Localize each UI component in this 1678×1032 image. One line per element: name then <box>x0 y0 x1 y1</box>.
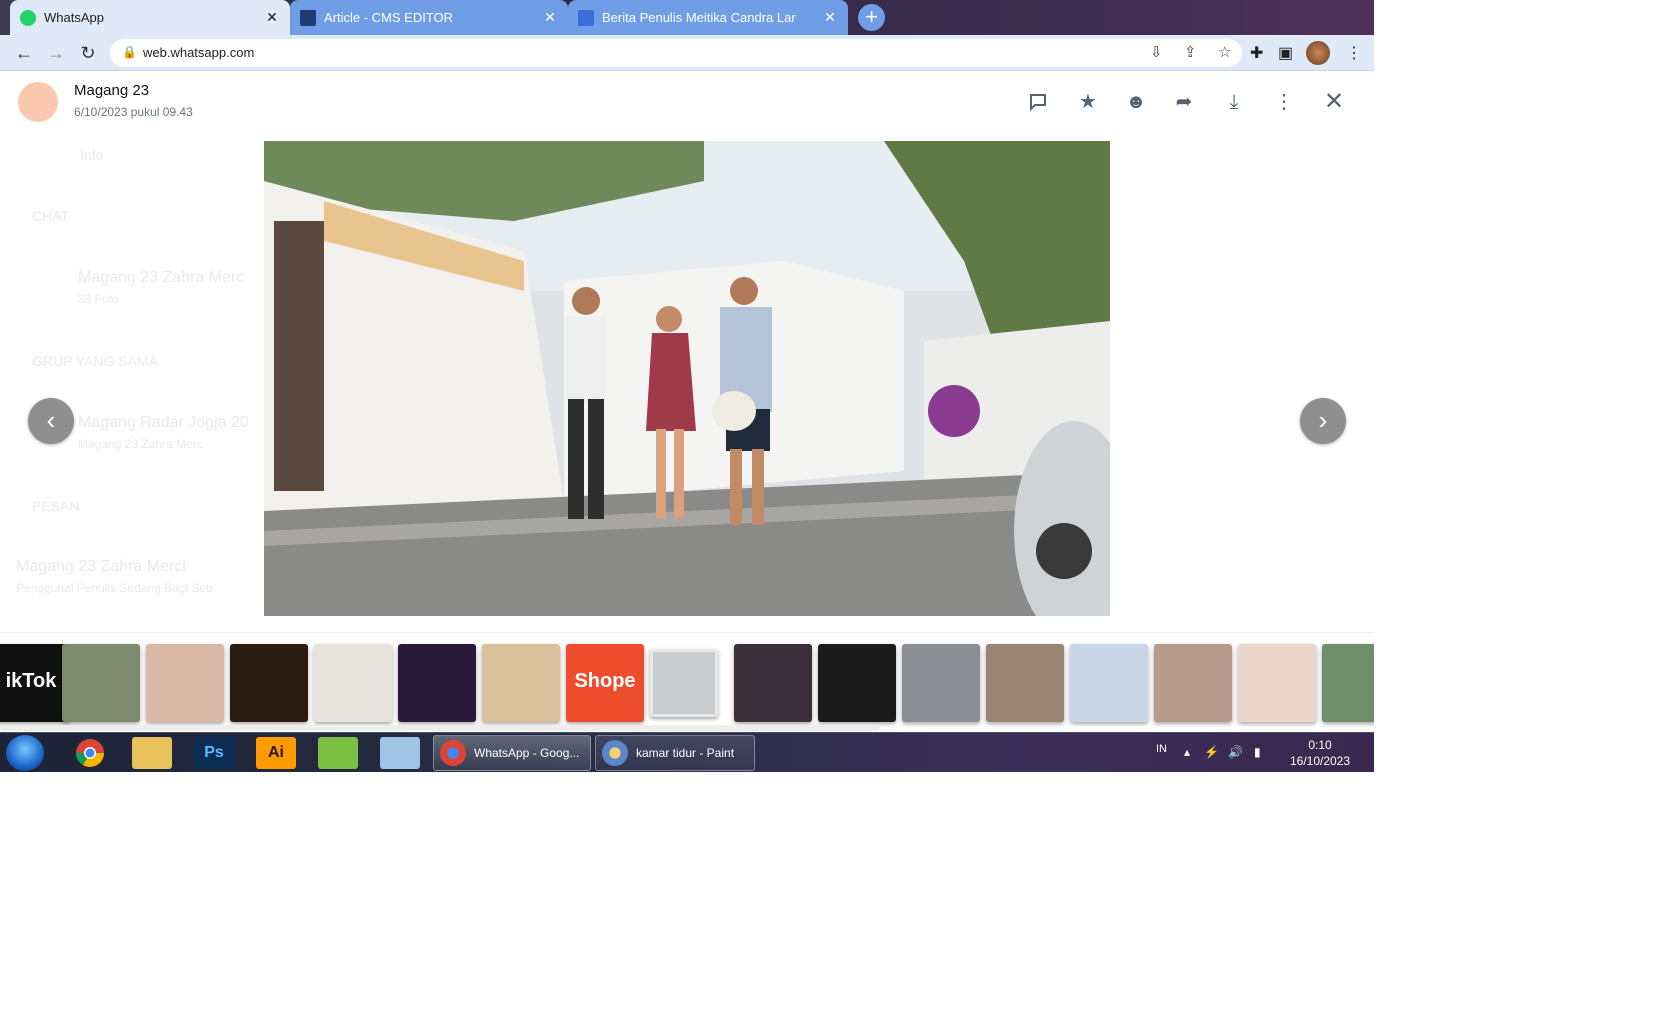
volume-icon[interactable]: 🔊 <box>1228 745 1243 759</box>
media-thumbnail[interactable]: ikTok <box>0 644 70 722</box>
notes-app-icon[interactable] <box>380 737 420 769</box>
forward-icon[interactable]: ➦ <box>1170 88 1198 116</box>
clock-time[interactable]: 0:10 <box>1300 738 1340 752</box>
media-thumbnail[interactable] <box>146 644 224 722</box>
media-thumbnail[interactable] <box>62 644 140 722</box>
ghost-text: Info <box>80 147 104 163</box>
whatsapp-favicon-icon <box>20 9 36 26</box>
media-thumbnail[interactable] <box>1238 644 1316 722</box>
menu-icon[interactable]: ⋮ <box>1270 88 1298 116</box>
ghost-text: PESAN <box>32 498 80 514</box>
sender-avatar[interactable] <box>18 82 58 122</box>
star-icon[interactable]: ★ <box>1074 88 1102 116</box>
back-icon[interactable]: ← <box>12 41 36 65</box>
media-thumbnail-strip: ikTok Shope <box>0 632 1374 732</box>
ghost-text: GRUP YANG SAMA <box>32 353 159 369</box>
ghost-text: Magang 23 Zahra Merci <box>16 558 186 575</box>
paint-icon <box>602 740 628 766</box>
task-paint[interactable]: kamar tidur - Paint <box>595 735 755 771</box>
browser-toolbar: ← → ↻ 🔒 web.whatsapp.com ⇩ ⇪ ☆ ✚ ▣ ⋮ <box>0 35 1374 71</box>
chrome-menu-icon[interactable]: ⋮ <box>1346 43 1362 63</box>
forward-icon[interactable]: → <box>44 41 68 65</box>
media-thumbnail[interactable] <box>482 644 560 722</box>
sender-name: Magang 23 <box>74 82 150 99</box>
share-icon[interactable]: ⇪ <box>1184 43 1197 61</box>
url-text: web.whatsapp.com <box>143 45 255 60</box>
media-thumbnail[interactable] <box>902 644 980 722</box>
media-thumbnail[interactable] <box>1154 644 1232 722</box>
media-thumbnail[interactable] <box>230 644 308 722</box>
clock-date[interactable]: 16/10/2023 <box>1284 754 1356 768</box>
chrome-icon[interactable] <box>70 737 110 769</box>
install-app-icon[interactable]: ⇩ <box>1150 43 1163 61</box>
lock-icon: 🔒 <box>122 45 137 59</box>
main-photo <box>264 141 1110 616</box>
network-icon[interactable]: ▮ <box>1254 745 1261 759</box>
media-thumbnail[interactable] <box>650 649 718 717</box>
tab-label: WhatsApp <box>44 10 104 25</box>
close-tab-icon[interactable]: ✕ <box>542 9 558 26</box>
media-thumbnail[interactable] <box>398 644 476 722</box>
download-icon[interactable]: ⤓ <box>1220 88 1248 116</box>
cms-favicon-icon <box>300 9 316 26</box>
media-thumbnail[interactable]: Shope <box>566 644 644 722</box>
tab-cms-editor[interactable]: Article - CMS EDITOR ✕ <box>290 0 568 35</box>
emoji-icon[interactable]: ☻ <box>1122 88 1150 116</box>
close-tab-icon[interactable]: ✕ <box>264 9 280 26</box>
ghost-text: CHAT <box>32 208 70 224</box>
media-thumbnail[interactable] <box>734 644 812 722</box>
close-icon[interactable]: ✕ <box>1320 88 1348 116</box>
news-favicon-icon <box>578 9 594 26</box>
tab-berita[interactable]: Berita Penulis Meitika Candra Lar ✕ <box>568 0 848 35</box>
thumbnail-label: ikTok <box>5 670 57 692</box>
explorer-icon[interactable] <box>132 737 172 769</box>
media-thumbnail[interactable] <box>314 644 392 722</box>
media-thumbnail[interactable] <box>1322 644 1374 722</box>
next-media-button[interactable]: › <box>1300 398 1346 444</box>
desktop-screen: WhatsApp ✕ Article - CMS EDITOR ✕ Berita… <box>0 0 1374 772</box>
bookmark-star-icon[interactable]: ☆ <box>1218 43 1231 61</box>
profile-avatar[interactable] <box>1306 41 1330 65</box>
street-photo-illustration <box>264 141 1110 616</box>
thumbnail-scrollbar[interactable] <box>0 725 880 731</box>
browser-tab-strip: WhatsApp ✕ Article - CMS EDITOR ✕ Berita… <box>0 0 1374 35</box>
windows-taskbar: Ps Ai WhatsApp - Goog... kamar tidur - P… <box>0 732 1374 772</box>
media-thumbnail[interactable] <box>1070 644 1148 722</box>
tab-whatsapp[interactable]: WhatsApp ✕ <box>10 0 290 35</box>
ghost-text: Magang 23 Zahra Merc <box>78 437 203 451</box>
extensions-icon[interactable]: ✚ <box>1250 43 1263 63</box>
illustrator-icon[interactable]: Ai <box>256 737 296 769</box>
task-label: WhatsApp - Goog... <box>474 746 580 760</box>
start-button[interactable] <box>6 735 44 771</box>
ghost-text: 38 Foto <box>78 292 119 306</box>
ghost-text: Magang Radar Jogja 20 <box>78 414 249 431</box>
tab-label: Berita Penulis Meitika Candra Lar <box>602 10 796 25</box>
thumbnail-label: Shope <box>574 670 636 692</box>
previous-media-button[interactable]: ‹ <box>28 398 74 444</box>
side-panel-icon[interactable]: ▣ <box>1278 43 1293 63</box>
ghost-text: Penggunal Penulis Sedang Bagi Seb <box>16 581 213 595</box>
power-icon[interactable]: ⚡ <box>1204 745 1219 759</box>
tab-label: Article - CMS EDITOR <box>324 10 454 25</box>
media-thumbnail[interactable] <box>818 644 896 722</box>
ghost-text: Magang 23 Zahra Merc <box>78 269 245 286</box>
media-viewer: Info CHAT Magang 23 Zahra Merc 38 Foto G… <box>0 71 1374 732</box>
photoshop-icon[interactable]: Ps <box>194 737 234 769</box>
task-label: kamar tidur - Paint <box>636 746 735 760</box>
close-tab-icon[interactable]: ✕ <box>822 9 838 26</box>
sender-timestamp: 6/10/2023 pukul 09.43 <box>74 105 193 119</box>
show-hidden-icons-icon[interactable]: ▴ <box>1184 745 1190 759</box>
task-chrome-whatsapp[interactable]: WhatsApp - Goog... <box>433 735 591 771</box>
reply-icon[interactable] <box>1024 88 1052 116</box>
media-thumbnail[interactable] <box>986 644 1064 722</box>
chrome-icon <box>440 740 466 766</box>
address-bar[interactable]: 🔒 web.whatsapp.com ⇩ ⇪ ☆ <box>110 39 1242 67</box>
language-indicator[interactable]: IN <box>1156 743 1167 755</box>
reload-icon[interactable]: ↻ <box>76 41 100 65</box>
green-app-icon[interactable] <box>318 737 358 769</box>
new-tab-button[interactable]: + <box>858 4 885 31</box>
